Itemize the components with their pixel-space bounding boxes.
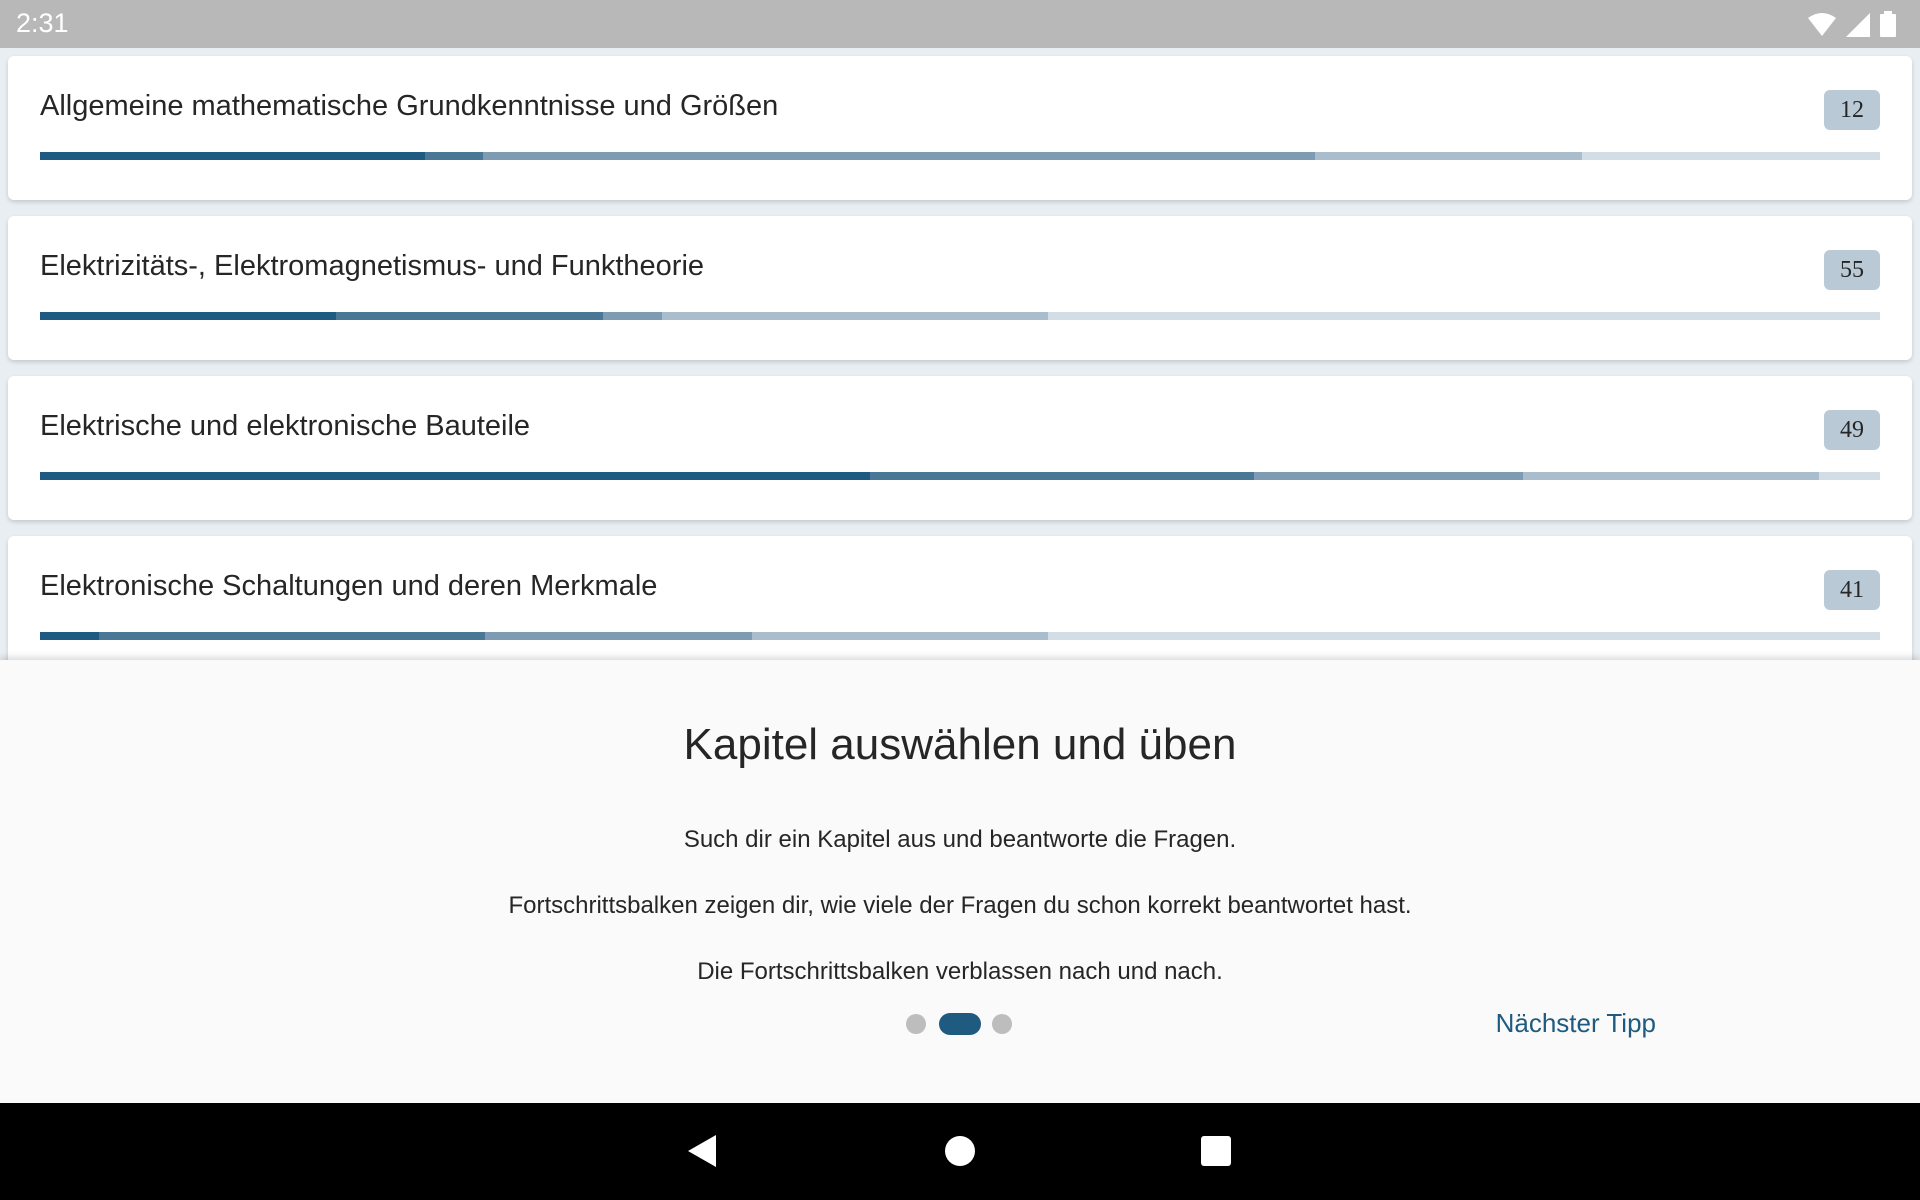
chapter-progress-bar [40, 472, 1880, 480]
progress-segment-level-5 [1048, 312, 1880, 320]
chapter-card-1[interactable]: Allgemeine mathematische Grundkenntnisse… [8, 56, 1912, 200]
progress-segment-level-1 [40, 472, 870, 480]
chapter-question-count-badge: 41 [1824, 570, 1880, 610]
status-bar: 2:31 [0, 0, 1920, 48]
progress-segment-level-1 [40, 632, 99, 640]
chapter-card-2[interactable]: Elektrizitäts-, Elektromagnetismus- und … [8, 216, 1912, 360]
tip-text-line-1: Such dir ein Kapitel aus und beantworte … [683, 826, 1237, 853]
back-icon[interactable] [678, 1127, 726, 1175]
progress-segment-level-5 [1819, 472, 1880, 480]
progress-segment-level-5 [1581, 152, 1880, 160]
progress-segment-level-2 [336, 312, 604, 320]
status-icons [1808, 11, 1896, 37]
tip-text-line-2: Fortschrittsbalken zeigen dir, wie viele… [508, 892, 1412, 919]
page-dot-1[interactable] [906, 1014, 926, 1034]
chapter-card-3[interactable]: Elektrische und elektronische Bauteile 4… [8, 376, 1912, 520]
progress-segment-level-4 [1523, 472, 1820, 480]
chapter-title: Elektronische Schaltungen und deren Merk… [40, 570, 658, 602]
chapter-title: Elektrizitäts-, Elektromagnetismus- und … [40, 250, 705, 282]
tip-title: Kapitel auswählen und üben [683, 720, 1237, 769]
system-navigation-bar [0, 1103, 1920, 1200]
progress-segment-level-2 [424, 152, 484, 160]
chapter-question-count-badge: 49 [1824, 410, 1880, 450]
tip-page-indicator [906, 1013, 1014, 1035]
signal-icon [1846, 13, 1870, 37]
status-time: 2:31 [16, 8, 69, 38]
chapter-title: Allgemeine mathematische Grundkenntnisse… [40, 90, 779, 122]
chapter-question-count-badge: 12 [1824, 90, 1880, 130]
progress-segment-level-3 [485, 632, 753, 640]
progress-segment-level-3 [1254, 472, 1523, 480]
progress-segment-level-3 [603, 312, 662, 320]
tip-text-line-3: Die Fortschrittsbalken verblassen nach u… [697, 958, 1223, 985]
tip-bottom-sheet: Kapitel auswählen und üben Such dir ein … [0, 660, 1920, 1103]
home-icon[interactable] [936, 1127, 984, 1175]
page-dot-3[interactable] [992, 1014, 1012, 1034]
chapter-question-count-badge: 55 [1824, 250, 1880, 290]
chapter-list: Allgemeine mathematische Grundkenntnisse… [0, 48, 1920, 660]
chapter-progress-bar [40, 152, 1880, 160]
progress-segment-level-5 [1048, 632, 1880, 640]
progress-segment-level-2 [98, 632, 486, 640]
progress-segment-level-4 [661, 312, 1049, 320]
chapter-progress-bar [40, 312, 1880, 320]
recents-icon[interactable] [1192, 1127, 1240, 1175]
progress-segment-level-1 [40, 152, 425, 160]
progress-segment-level-4 [1315, 152, 1582, 160]
chapter-progress-bar [40, 632, 1880, 640]
chapter-title: Elektrische und elektronische Bauteile [40, 410, 531, 442]
battery-icon [1880, 11, 1896, 37]
progress-segment-level-4 [752, 632, 1049, 640]
page-dot-2[interactable] [939, 1013, 981, 1035]
progress-segment-level-2 [869, 472, 1255, 480]
progress-segment-level-3 [483, 152, 1316, 160]
wifi-icon [1808, 13, 1836, 37]
chapter-card-4[interactable]: Elektronische Schaltungen und deren Merk… [8, 536, 1912, 660]
next-tip-button[interactable]: Nächster Tipp [1496, 1008, 1656, 1039]
progress-segment-level-1 [40, 312, 337, 320]
